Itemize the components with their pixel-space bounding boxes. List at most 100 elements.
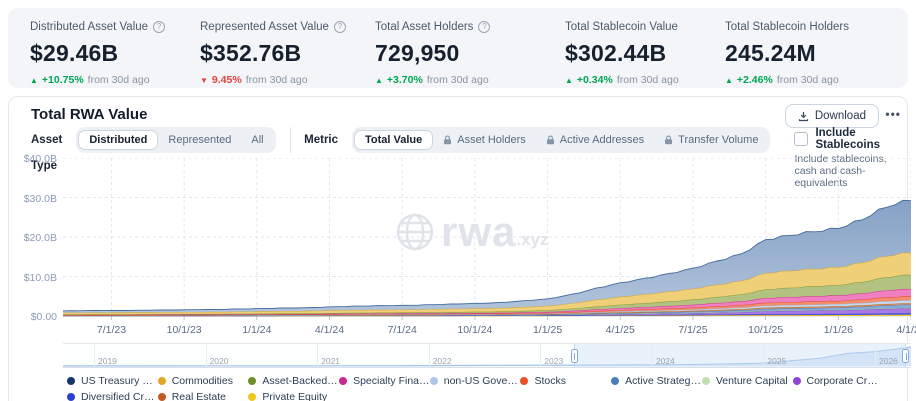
x-tick-label: 10/1/25 bbox=[748, 324, 783, 336]
legend-item-venture-capital[interactable]: Venture Capital bbox=[702, 374, 793, 388]
asset-type-option-represented[interactable]: Represented bbox=[158, 131, 241, 149]
download-button[interactable]: Download bbox=[785, 104, 879, 128]
chart-legend: US Treasury Debt Commodities Asset-Backe… bbox=[67, 374, 883, 401]
legend-item-us-treasury-debt[interactable]: US Treasury Debt bbox=[67, 374, 158, 388]
minimap-year-separator bbox=[540, 344, 541, 367]
metric-label: Metric bbox=[304, 127, 338, 153]
minimap-year-label: 2020 bbox=[210, 356, 229, 366]
stat-label: Total Stablecoin Value bbox=[565, 21, 678, 33]
chart-panel: Total RWA Value Download ••• Asset Type … bbox=[8, 96, 908, 401]
y-tick-label: $40.0B bbox=[13, 153, 57, 165]
minimap-year-label: 2026 bbox=[879, 356, 898, 366]
include-stablecoins-checkbox[interactable] bbox=[794, 132, 808, 146]
x-tick-label: 7/1/25 bbox=[678, 324, 707, 336]
stat-card-total-asset-holders: Total Asset Holders? 729,950 ▲+3.70%from… bbox=[375, 21, 565, 88]
y-tick-label: $10.0B bbox=[13, 272, 57, 284]
stat-value: $29.46B bbox=[30, 40, 200, 67]
metric-segmented-control: Total Value Asset Holders Active Address… bbox=[352, 127, 770, 153]
x-tick-label: 7/1/23 bbox=[97, 324, 126, 336]
stat-delta: ▲+10.75%from 30d ago bbox=[30, 74, 200, 86]
metric-option-active-addresses[interactable]: Active Addresses bbox=[536, 131, 654, 149]
minimap-year-label: 2021 bbox=[321, 356, 340, 366]
legend-item-real-estate[interactable]: Real Estate bbox=[158, 390, 249, 401]
legend-dot bbox=[158, 393, 166, 401]
legend-item-stocks[interactable]: Stocks bbox=[520, 374, 611, 388]
y-tick-label: $0.00 bbox=[13, 311, 57, 323]
x-tick-label: 4/1/25 bbox=[606, 324, 635, 336]
legend-item-non-us-government-debt[interactable]: non-US Government Debt bbox=[430, 374, 521, 388]
minimap-year-separator bbox=[429, 344, 430, 367]
lock-icon bbox=[443, 135, 452, 145]
legend-dot bbox=[520, 377, 528, 385]
legend-dot bbox=[67, 377, 75, 385]
delta-arrow-icon: ▲ bbox=[30, 76, 38, 85]
selected-range[interactable] bbox=[574, 344, 906, 367]
asset-type-segmented-control: Distributed Represented All bbox=[76, 127, 275, 153]
stat-label: Total Stablecoin Holders bbox=[725, 21, 849, 33]
metric-option-transfer-volume[interactable]: Transfer Volume bbox=[654, 131, 768, 149]
legend-dot bbox=[248, 377, 256, 385]
legend-item-commodities[interactable]: Commodities bbox=[158, 374, 249, 388]
stat-value: $302.44B bbox=[565, 40, 725, 67]
legend-dot bbox=[793, 377, 801, 385]
download-icon bbox=[798, 111, 809, 122]
legend-dot bbox=[611, 377, 619, 385]
asset-type-option-all[interactable]: All bbox=[241, 131, 273, 149]
info-icon[interactable]: ? bbox=[153, 21, 165, 33]
minimap-year-separator bbox=[875, 344, 876, 367]
x-tick-label: 1/1/26 bbox=[824, 324, 853, 336]
x-tick-label: 7/1/24 bbox=[388, 324, 417, 336]
stat-card-total-stablecoin-value: Total Stablecoin Value $302.44B ▲+0.34%f… bbox=[565, 21, 725, 88]
legend-dot bbox=[339, 377, 347, 385]
delta-arrow-icon: ▼ bbox=[200, 76, 208, 85]
info-icon[interactable]: ? bbox=[334, 21, 346, 33]
legend-item-active-strategies[interactable]: Active Strategies bbox=[611, 374, 702, 388]
x-tick-label: 1/1/24 bbox=[242, 324, 271, 336]
range-handle-right[interactable] bbox=[902, 349, 909, 363]
delta-arrow-icon: ▲ bbox=[375, 76, 383, 85]
range-handle-left[interactable] bbox=[571, 349, 578, 363]
legend-item-asset-backed-credit[interactable]: Asset-Backed Credit bbox=[248, 374, 339, 388]
x-tick-label: 10/1/24 bbox=[457, 324, 492, 336]
legend-item-private-equity[interactable]: Private Equity bbox=[248, 390, 339, 401]
legend-dot bbox=[430, 377, 438, 385]
y-tick-label: $30.0B bbox=[13, 193, 57, 205]
x-axis: 7/1/23 10/1/23 1/1/24 4/1/24 7/1/24 10/1… bbox=[63, 324, 911, 337]
legend-item-diversified-credit[interactable]: Diversified Credit bbox=[67, 390, 158, 401]
minimap-year-label: 2023 bbox=[544, 356, 563, 366]
stat-label: Distributed Asset Value bbox=[30, 21, 148, 33]
minimap-year-label: 2022 bbox=[433, 356, 452, 366]
y-axis: $40.0B $30.0B $20.0B $10.0B $0.00 bbox=[13, 158, 57, 316]
stat-delta: ▲+0.34%from 30d ago bbox=[565, 74, 725, 86]
minimap-year-label: 2025 bbox=[767, 356, 786, 366]
legend-dot bbox=[248, 393, 256, 401]
stats-summary-bar: Distributed Asset Value? $29.46B ▲+10.75… bbox=[8, 8, 908, 88]
lock-icon bbox=[546, 135, 555, 145]
minimap-year-separator bbox=[317, 344, 318, 367]
legend-dot bbox=[702, 377, 710, 385]
page-title: Total RWA Value bbox=[31, 106, 147, 123]
legend-item-specialty-finance[interactable]: Specialty Finance bbox=[339, 374, 430, 388]
stat-delta: ▲+2.46%from 30d ago bbox=[725, 74, 908, 86]
minimap-year-separator bbox=[652, 344, 653, 367]
minimap-year-separator bbox=[94, 344, 95, 367]
minimap-year-separator bbox=[763, 344, 764, 367]
delta-arrow-icon: ▲ bbox=[725, 76, 733, 85]
metric-option-total-value[interactable]: Total Value bbox=[354, 130, 433, 150]
minimap-year-label: 2024 bbox=[656, 356, 675, 366]
stat-value: 729,950 bbox=[375, 40, 565, 67]
asset-type-option-distributed[interactable]: Distributed bbox=[78, 130, 158, 150]
divider bbox=[290, 127, 291, 153]
delta-arrow-icon: ▲ bbox=[565, 76, 573, 85]
info-icon[interactable]: ? bbox=[478, 21, 490, 33]
more-options-button[interactable]: ••• bbox=[881, 103, 905, 125]
legend-item-corporate-credit[interactable]: Corporate Credit bbox=[793, 374, 884, 388]
x-tick-label: 4/1/26 bbox=[896, 324, 916, 336]
chart-svg bbox=[63, 158, 911, 321]
stat-card-distributed-asset-value: Distributed Asset Value? $29.46B ▲+10.75… bbox=[30, 21, 200, 88]
stacked-area-chart[interactable]: rwa.xyz bbox=[63, 158, 911, 321]
stat-card-represented-asset-value: Represented Asset Value? $352.76B ▼9.45%… bbox=[200, 21, 375, 88]
metric-option-asset-holders[interactable]: Asset Holders bbox=[433, 131, 535, 149]
x-tick-label: 4/1/24 bbox=[315, 324, 344, 336]
timeline-range-selector[interactable]: 20192020202120222023202420252026 bbox=[63, 343, 911, 368]
